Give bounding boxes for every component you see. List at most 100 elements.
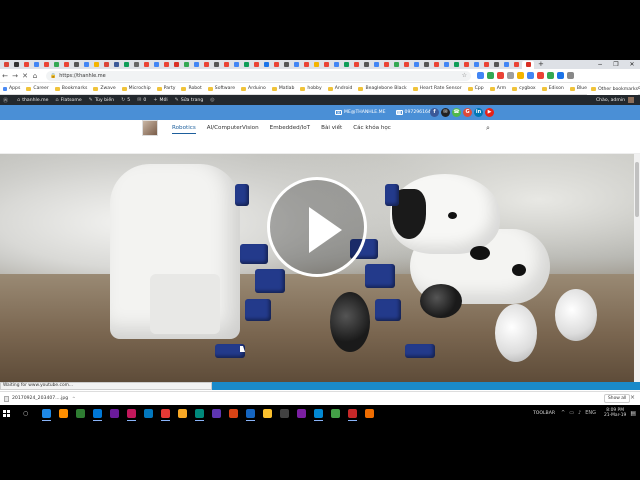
bookmark-item[interactable]: Beaglebone Black bbox=[358, 86, 407, 91]
bookmark-item[interactable]: cygbox bbox=[512, 86, 536, 91]
admin-bar-item[interactable]: ✉ 0 bbox=[137, 97, 146, 103]
browser-tab[interactable] bbox=[442, 62, 450, 68]
browser-tab[interactable] bbox=[502, 62, 510, 68]
extension-icon[interactable] bbox=[547, 72, 554, 79]
show-all-button[interactable]: Show all bbox=[604, 394, 631, 403]
address-bar[interactable]: 🔒 https://thanhle.me ☆ bbox=[46, 70, 471, 81]
bookmark-item[interactable]: Arm bbox=[489, 86, 506, 91]
minimize-button[interactable]: − bbox=[592, 60, 608, 69]
browser-tab[interactable] bbox=[452, 62, 460, 68]
browser-tab[interactable] bbox=[382, 62, 390, 68]
notification-icon[interactable]: ▤ bbox=[630, 410, 636, 417]
browser-tab[interactable] bbox=[202, 62, 210, 68]
browser-tab[interactable] bbox=[12, 62, 20, 68]
browser-tab[interactable] bbox=[332, 62, 340, 68]
browser-tab[interactable] bbox=[212, 62, 220, 68]
taskbar-app-icon[interactable] bbox=[297, 408, 307, 418]
plus-icon[interactable]: + bbox=[538, 61, 544, 68]
linkedin-icon[interactable]: in bbox=[474, 108, 483, 117]
close-icon[interactable]: × bbox=[630, 394, 635, 401]
admin-greeting[interactable]: Chào, admin bbox=[596, 95, 634, 105]
browser-tab[interactable] bbox=[52, 62, 60, 68]
facebook-icon[interactable]: f bbox=[430, 108, 439, 117]
taskbar-app-icon[interactable] bbox=[42, 408, 52, 421]
browser-tab[interactable] bbox=[222, 62, 230, 68]
admin-bar-item[interactable]: ✎ Sửa trang bbox=[175, 97, 204, 103]
back-arrow-icon[interactable]: ← bbox=[0, 69, 10, 83]
browser-tab[interactable] bbox=[82, 62, 90, 68]
taskbar-app-icon[interactable] bbox=[178, 408, 188, 418]
taskbar-app-icon[interactable] bbox=[144, 408, 154, 418]
scrollbar-thumb[interactable] bbox=[635, 162, 639, 217]
admin-bar-item[interactable]: ↻ 5 bbox=[121, 97, 130, 103]
browser-tab[interactable] bbox=[512, 62, 520, 68]
network-icon[interactable]: ▭ bbox=[569, 410, 574, 416]
browser-tab[interactable] bbox=[342, 62, 350, 68]
bookmark-item[interactable]: Microchip bbox=[121, 86, 151, 91]
other-bookmarks[interactable]: Other bookmarks bbox=[587, 83, 638, 95]
browser-tab[interactable] bbox=[182, 62, 190, 68]
nav-item[interactable]: Các khóa học bbox=[353, 125, 391, 134]
bookmark-item[interactable]: hobby bbox=[300, 86, 322, 91]
taskbar-app-icon[interactable] bbox=[280, 408, 290, 418]
chevron-up-icon[interactable]: ^ bbox=[561, 410, 565, 416]
bookmark-item[interactable]: Android bbox=[327, 86, 352, 91]
browser-tab[interactable] bbox=[142, 62, 150, 68]
taskbar-app-icon[interactable] bbox=[76, 408, 86, 418]
browser-tab[interactable] bbox=[132, 62, 140, 68]
taskbar-app-icon[interactable] bbox=[331, 408, 341, 418]
taskbar-app-icon[interactable] bbox=[263, 408, 273, 418]
download-item[interactable]: 20170924_203407....jpg ^ bbox=[4, 395, 76, 402]
bookmark-item[interactable]: Zwave bbox=[93, 86, 116, 91]
page-scrollbar[interactable] bbox=[634, 154, 640, 382]
taskbar-app-icon[interactable] bbox=[59, 408, 69, 418]
taskbar-app-icon[interactable] bbox=[229, 408, 239, 418]
taskbar-app-icon[interactable] bbox=[314, 408, 324, 421]
stop-icon[interactable]: ✕ bbox=[20, 69, 30, 83]
browser-tab[interactable] bbox=[282, 62, 290, 68]
extension-icon[interactable] bbox=[537, 72, 544, 79]
bookmark-item[interactable]: Edison bbox=[541, 86, 564, 91]
toolbar-label[interactable]: TOOLBAR bbox=[533, 411, 555, 416]
taskbar-app-icon[interactable] bbox=[246, 408, 256, 421]
browser-tab[interactable] bbox=[272, 62, 280, 68]
browser-tab[interactable] bbox=[352, 62, 360, 68]
browser-tab[interactable] bbox=[302, 62, 310, 68]
email-icon[interactable]: ✉ bbox=[441, 108, 450, 117]
volume-icon[interactable]: ♪ bbox=[578, 410, 581, 416]
chevron-up-icon[interactable]: ^ bbox=[72, 396, 75, 401]
browser-tab[interactable] bbox=[122, 62, 130, 68]
browser-tab[interactable] bbox=[172, 62, 180, 68]
site-logo[interactable] bbox=[142, 120, 158, 136]
extension-icon[interactable] bbox=[527, 72, 534, 79]
browser-tab[interactable] bbox=[402, 62, 410, 68]
extension-icon[interactable] bbox=[497, 72, 504, 79]
browser-tab[interactable] bbox=[462, 62, 470, 68]
taskbar-app-icon[interactable] bbox=[161, 408, 171, 421]
bookmark-item[interactable]: Arduino bbox=[241, 86, 266, 91]
browser-tab[interactable] bbox=[472, 62, 480, 68]
browser-tab[interactable] bbox=[372, 62, 380, 68]
browser-tab[interactable] bbox=[22, 62, 30, 68]
browser-tab[interactable] bbox=[322, 62, 330, 68]
nav-item[interactable]: Robotics bbox=[172, 125, 196, 134]
browser-tab[interactable] bbox=[522, 60, 534, 69]
browser-tab[interactable] bbox=[312, 62, 320, 68]
home-icon[interactable]: ⌂ bbox=[30, 69, 40, 83]
extension-icon[interactable] bbox=[487, 72, 494, 79]
browser-tab[interactable] bbox=[232, 62, 240, 68]
browser-tab[interactable] bbox=[242, 62, 250, 68]
admin-bar-item[interactable]: ◎ bbox=[210, 97, 216, 103]
browser-tab[interactable] bbox=[152, 62, 160, 68]
phone-icon[interactable]: ☎ bbox=[452, 108, 461, 117]
taskbar-app-icon[interactable] bbox=[195, 408, 205, 421]
bookmark-item[interactable]: Bookmarks bbox=[54, 86, 87, 91]
bookmark-item[interactable]: Software bbox=[207, 86, 235, 91]
admin-bar-item[interactable]: ⌂ Flatsome bbox=[55, 97, 81, 103]
admin-bar-item[interactable]: + Mới bbox=[153, 97, 167, 103]
language-indicator[interactable]: ENG bbox=[585, 410, 596, 416]
browser-tab[interactable] bbox=[72, 62, 80, 68]
browser-tab[interactable] bbox=[32, 62, 40, 68]
taskbar-app-icon[interactable] bbox=[365, 408, 375, 418]
taskbar-app-icon[interactable] bbox=[110, 408, 120, 418]
